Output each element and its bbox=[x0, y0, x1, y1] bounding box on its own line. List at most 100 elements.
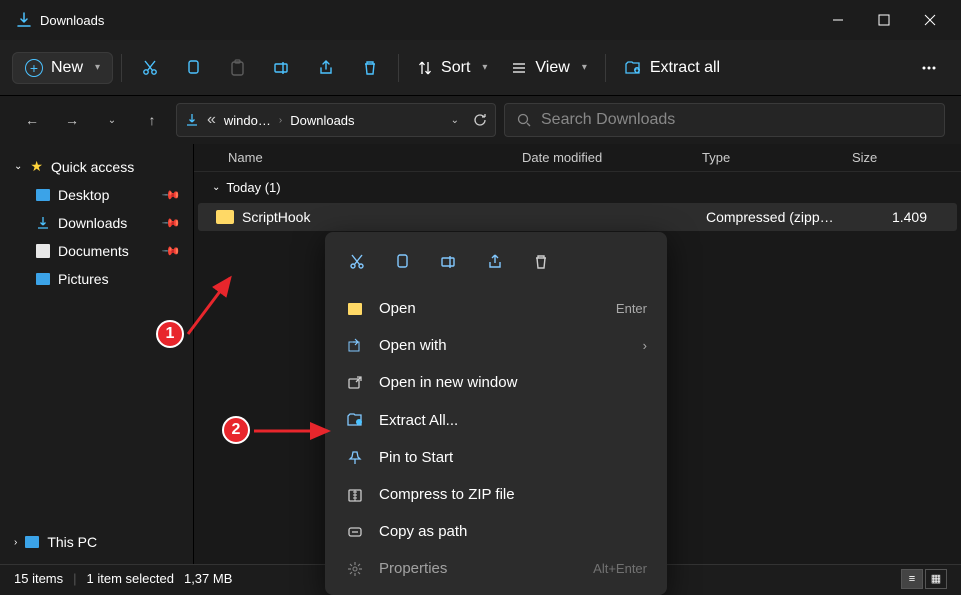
group-today[interactable]: ⌄ Today (1) bbox=[194, 172, 961, 203]
window-title: Downloads bbox=[40, 13, 815, 28]
ctx-shortcut: Alt+Enter bbox=[593, 561, 647, 576]
sidebar: ⌄ ★ Quick access Desktop 📌 Downloads 📌 D… bbox=[0, 144, 194, 564]
view-label: View bbox=[535, 59, 569, 77]
callout-1: 1 bbox=[156, 320, 184, 348]
ctx-open-with[interactable]: Open with › bbox=[333, 327, 659, 364]
ctx-open[interactable]: Open Enter bbox=[333, 290, 659, 327]
sidebar-item-documents[interactable]: Documents 📌 bbox=[0, 237, 193, 265]
ctx-delete-button[interactable] bbox=[521, 244, 561, 280]
file-type: Compressed (zipp… bbox=[706, 209, 856, 225]
chevron-down-icon: ▾ bbox=[95, 62, 100, 73]
back-button[interactable]: ← bbox=[16, 104, 48, 136]
paste-button[interactable] bbox=[218, 48, 258, 88]
ctx-label: Properties bbox=[379, 560, 447, 577]
ctx-label: Compress to ZIP file bbox=[379, 486, 515, 503]
extract-icon bbox=[624, 59, 642, 77]
ctx-label: Open in new window bbox=[379, 374, 517, 391]
ctx-rename-button[interactable] bbox=[429, 244, 469, 280]
downloads-app-icon bbox=[16, 12, 32, 28]
titlebar: Downloads bbox=[0, 0, 961, 40]
file-name: ScriptHook bbox=[242, 209, 310, 225]
view-button[interactable]: View ▾ bbox=[501, 53, 596, 83]
sidebar-label: This PC bbox=[47, 534, 97, 550]
pin-icon: 📌 bbox=[161, 185, 181, 205]
thumbnails-view-button[interactable]: ▦ bbox=[925, 569, 947, 589]
breadcrumb-segment[interactable]: Downloads bbox=[290, 113, 354, 128]
chevron-right-icon: › bbox=[279, 115, 282, 126]
recent-button[interactable]: ⌄ bbox=[96, 104, 128, 136]
pc-icon bbox=[25, 536, 39, 548]
pin-icon: 📌 bbox=[161, 241, 181, 261]
sidebar-item-desktop[interactable]: Desktop 📌 bbox=[0, 181, 193, 209]
sidebar-item-pictures[interactable]: Pictures bbox=[0, 265, 193, 293]
col-date[interactable]: Date modified bbox=[522, 150, 702, 165]
search-icon bbox=[517, 113, 531, 127]
ctx-copy-path[interactable]: Copy as path bbox=[333, 513, 659, 550]
breadcrumb-segment[interactable]: windo… bbox=[224, 113, 271, 128]
close-button[interactable] bbox=[907, 0, 953, 40]
delete-button[interactable] bbox=[350, 48, 390, 88]
details-view-button[interactable]: ≡ bbox=[901, 569, 923, 589]
rename-button[interactable] bbox=[262, 48, 302, 88]
ctx-cut-button[interactable] bbox=[337, 244, 377, 280]
cut-button[interactable] bbox=[130, 48, 170, 88]
share-button[interactable] bbox=[306, 48, 346, 88]
sort-button[interactable]: Sort ▾ bbox=[407, 53, 497, 83]
downloads-icon bbox=[36, 216, 50, 230]
sidebar-label: Quick access bbox=[51, 159, 134, 175]
col-name[interactable]: Name bbox=[212, 150, 522, 165]
ctx-copy-button[interactable] bbox=[383, 244, 423, 280]
status-selected: 1 item selected bbox=[87, 571, 174, 586]
extract-label: Extract all bbox=[650, 59, 720, 77]
search-box[interactable]: Search Downloads bbox=[504, 103, 945, 137]
star-icon: ★ bbox=[30, 158, 43, 175]
folder-icon bbox=[345, 303, 365, 315]
address-bar[interactable]: « windo… › Downloads ⌄ bbox=[176, 103, 496, 137]
ctx-label: Open with bbox=[379, 337, 447, 354]
new-button[interactable]: + New ▾ bbox=[12, 52, 113, 84]
sidebar-quick-access[interactable]: ⌄ ★ Quick access bbox=[0, 152, 193, 181]
new-window-icon bbox=[345, 375, 365, 391]
status-items: 15 items bbox=[14, 571, 63, 586]
ctx-shortcut: Enter bbox=[616, 301, 647, 316]
forward-button[interactable]: → bbox=[56, 104, 88, 136]
view-icon bbox=[511, 60, 527, 76]
ctx-share-button[interactable] bbox=[475, 244, 515, 280]
ctx-open-new-window[interactable]: Open in new window bbox=[333, 364, 659, 401]
file-row[interactable]: ScriptHook Compressed (zipp… 1.409 bbox=[198, 203, 957, 231]
toolbar: + New ▾ Sort ▾ View ▾ Extract all bbox=[0, 40, 961, 96]
search-placeholder: Search Downloads bbox=[541, 111, 675, 129]
ctx-compress[interactable]: Compress to ZIP file bbox=[333, 476, 659, 513]
separator bbox=[605, 54, 606, 82]
desktop-icon bbox=[36, 189, 50, 201]
plus-icon: + bbox=[25, 59, 43, 77]
sidebar-this-pc[interactable]: › This PC bbox=[0, 528, 193, 556]
maximize-button[interactable] bbox=[861, 0, 907, 40]
extract-icon bbox=[345, 411, 365, 429]
ctx-properties[interactable]: Properties Alt+Enter bbox=[333, 550, 659, 587]
open-with-icon bbox=[345, 338, 365, 354]
new-label: New bbox=[51, 59, 83, 77]
more-button[interactable] bbox=[909, 48, 949, 88]
document-icon bbox=[36, 244, 50, 258]
ctx-extract-all[interactable]: Extract All... bbox=[333, 401, 659, 439]
sidebar-item-downloads[interactable]: Downloads 📌 bbox=[0, 209, 193, 237]
refresh-button[interactable] bbox=[473, 113, 487, 127]
navbar: ← → ⌄ ↑ « windo… › Downloads ⌄ Search Do… bbox=[0, 96, 961, 144]
sort-icon bbox=[417, 60, 433, 76]
pin-icon bbox=[345, 450, 365, 466]
chevron-right-icon: › bbox=[643, 338, 647, 353]
col-size[interactable]: Size bbox=[852, 150, 943, 165]
file-size: 1.409 bbox=[856, 209, 939, 225]
minimize-button[interactable] bbox=[815, 0, 861, 40]
ctx-label: Open bbox=[379, 300, 416, 317]
pictures-icon bbox=[36, 273, 50, 285]
context-menu: Open Enter Open with › Open in new windo… bbox=[325, 232, 667, 595]
col-type[interactable]: Type bbox=[702, 150, 852, 165]
extract-all-button[interactable]: Extract all bbox=[614, 53, 730, 83]
up-button[interactable]: ↑ bbox=[136, 104, 168, 136]
chevron-down-icon[interactable]: ⌄ bbox=[451, 115, 459, 126]
copy-button[interactable] bbox=[174, 48, 214, 88]
compress-icon bbox=[345, 487, 365, 503]
ctx-pin-start[interactable]: Pin to Start bbox=[333, 439, 659, 476]
